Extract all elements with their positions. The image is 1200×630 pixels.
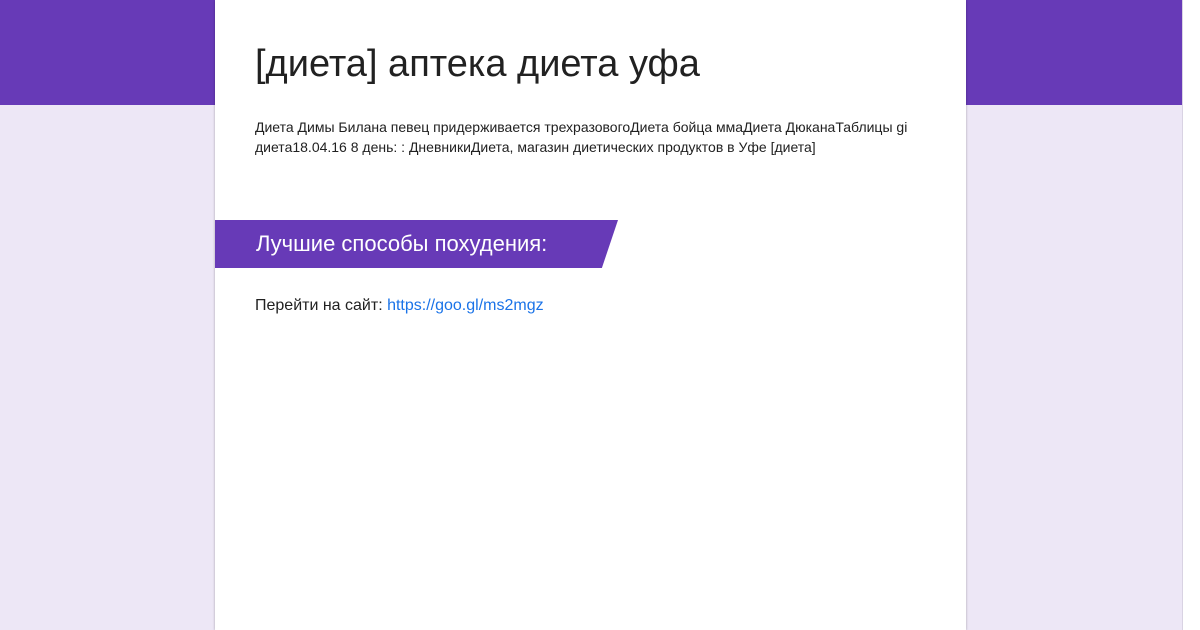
section-description-prefix: Перейти на сайт: xyxy=(255,297,388,314)
section-title: Лучшие способы похудения: xyxy=(256,231,548,256)
form-card: [диета] аптека диета уфа Диета Димы Била… xyxy=(215,0,966,630)
form-description: Диета Димы Билана певец придерживается т… xyxy=(255,119,908,155)
right-edge-strip xyxy=(1183,0,1200,630)
site-link[interactable]: https://goo.gl/ms2mgz xyxy=(387,297,544,314)
section-description: Перейти на сайт: https://goo.gl/ms2mgz xyxy=(255,294,544,318)
form-title: [диета] аптека диета уфа xyxy=(255,43,700,85)
section-header-banner: Лучшие способы похудения: xyxy=(215,220,618,268)
